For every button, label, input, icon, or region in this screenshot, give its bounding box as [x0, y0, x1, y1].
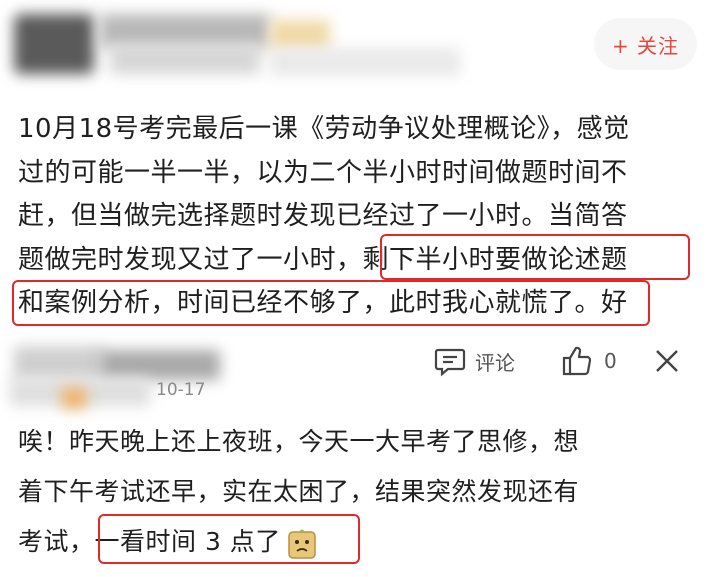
close-icon [652, 346, 682, 376]
highlight-box [380, 234, 690, 280]
follow-button[interactable]: + 关注 [594, 18, 697, 70]
comment-action[interactable]: 评论 [433, 338, 515, 384]
close-button[interactable] [652, 338, 682, 384]
comment-label: 评论 [475, 350, 515, 375]
post-line: 10月18号考完最后一课《劳动争议处理概论》，感觉 [18, 114, 630, 144]
like-count: 0 [604, 349, 617, 373]
comment-date: 10-17 [156, 380, 206, 400]
comment-line: 着下午考试还早，实在太困了，结果突然发现还有 [18, 477, 580, 506]
post-line: 赶，但当做完选择题时发现已经过了一小时。当简答 [18, 201, 628, 231]
thumbs-up-icon [560, 344, 594, 378]
comment-line: 唉！昨天晚上还上夜班，今天一大早考了思修，想 [18, 427, 580, 456]
like-action[interactable]: 0 [560, 338, 617, 384]
highlight-box [12, 280, 650, 326]
post-line: 过的可能一半一半，以为二个半小时时间做题时间不 [18, 157, 628, 188]
highlight-box [98, 514, 360, 564]
comment-icon [433, 344, 467, 378]
